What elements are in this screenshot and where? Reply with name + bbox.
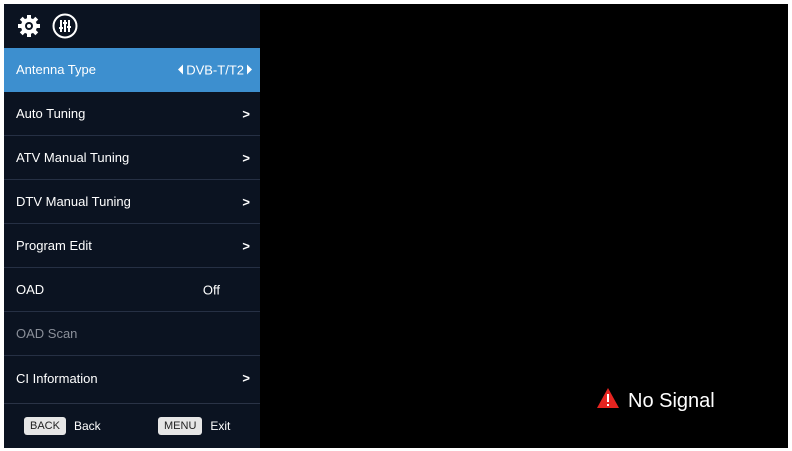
menu-item-auto-tuning[interactable]: Auto Tuning > [4,92,260,136]
chevron-right-icon: > [242,106,250,121]
channel-settings-menu: Antenna Type DVB-T/T2 Auto Tuning > ATV … [4,4,260,448]
exit-label: Exit [210,419,231,433]
menu-key[interactable]: MENU [158,417,203,435]
menu-item-label: OAD Scan [16,326,78,341]
menu-footer: BACK Back MENU Exit [4,403,260,448]
tv-screen: Antenna Type DVB-T/T2 Auto Tuning > ATV … [4,4,788,448]
antenna-type-value: DVB-T/T2 [186,62,244,77]
menu-header [4,4,260,49]
menu-item-oad[interactable]: OAD Off [4,268,260,312]
chevron-right-icon: > [242,194,250,209]
menu-item-oad-scan: OAD Scan [4,312,260,356]
warning-icon [596,387,620,415]
no-signal-status: No Signal [596,387,715,415]
no-signal-text: No Signal [628,389,715,412]
exit-hint[interactable]: MENU Exit [158,417,230,435]
menu-item-antenna-type[interactable]: Antenna Type DVB-T/T2 [4,48,260,92]
oad-value: Off [202,282,220,297]
equalizer-icon[interactable] [52,13,78,39]
menu-item-label: Program Edit [16,238,92,253]
menu-item-ci-information[interactable]: CI Information > [4,356,260,400]
menu-item-label: ATV Manual Tuning [16,150,130,165]
menu-item-atv-manual-tuning[interactable]: ATV Manual Tuning > [4,136,260,180]
chevron-right-icon: > [242,370,250,386]
back-key[interactable]: BACK [24,417,66,435]
menu-item-label: CI Information [16,370,98,386]
chevron-right-icon: > [242,238,250,253]
arrow-left-icon[interactable] [178,64,184,75]
menu-list: Antenna Type DVB-T/T2 Auto Tuning > ATV … [4,48,260,400]
arrow-right-icon[interactable] [247,64,252,75]
menu-item-label: Antenna Type [16,62,96,77]
menu-item-label: DTV Manual Tuning [16,194,131,209]
menu-item-program-edit[interactable]: Program Edit > [4,224,260,268]
gear-icon[interactable] [16,13,42,39]
menu-item-label: Auto Tuning [16,106,86,121]
menu-item-dtv-manual-tuning[interactable]: DTV Manual Tuning > [4,180,260,224]
back-hint[interactable]: BACK Back [24,417,101,435]
antenna-type-selector[interactable]: DVB-T/T2 [178,62,252,77]
back-label: Back [73,419,101,433]
menu-item-label: OAD [16,282,45,297]
chevron-right-icon: > [242,150,250,165]
